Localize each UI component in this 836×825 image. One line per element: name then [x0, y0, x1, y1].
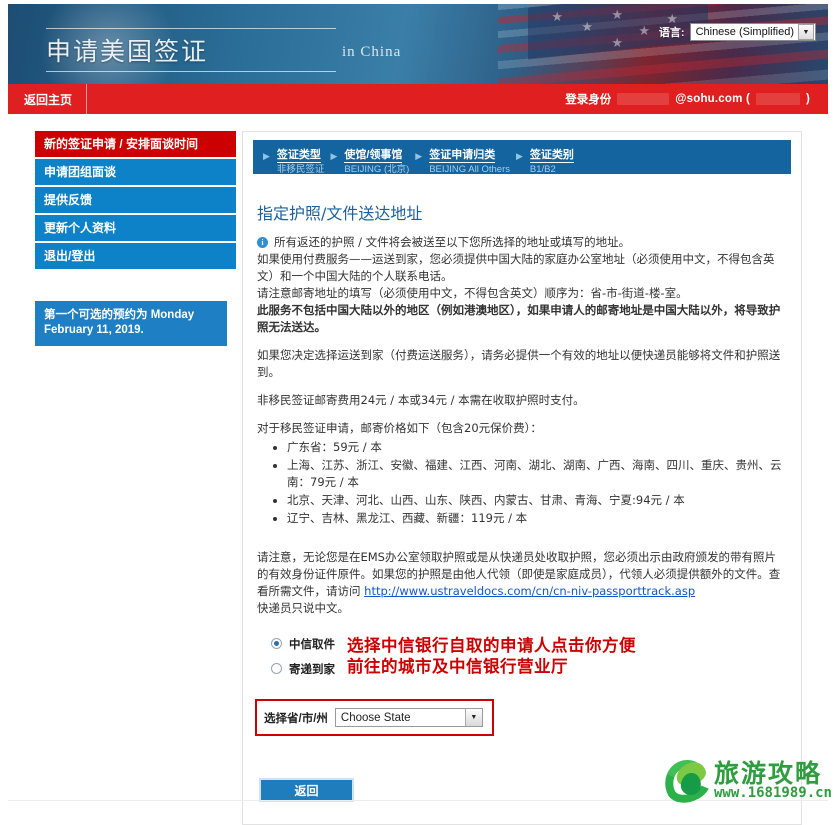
sidebar-item-group-interview[interactable]: 申请团组面谈	[35, 159, 236, 185]
info-icon: i	[257, 237, 268, 248]
redacted-id: xx	[755, 93, 800, 105]
radio-icon[interactable]	[271, 638, 282, 649]
page-title: 指定护照/文件送达地址	[257, 204, 423, 223]
passport-track-link[interactable]: http://www.ustraveldocs.com/cn/cn-niv-pa…	[364, 584, 695, 598]
back-button[interactable]: 返回	[259, 778, 354, 802]
breadcrumb-step-title: 使馆/领事馆	[344, 149, 403, 163]
annotation-line-2: 前往的城市及中信银行营业厅	[347, 657, 568, 676]
chevron-right-icon: ▶	[515, 151, 523, 161]
home-link[interactable]: 返回主页	[8, 84, 88, 114]
chevron-down-icon[interactable]: ▼	[798, 24, 814, 40]
breadcrumb-step-sub: BEIJING (北京)	[344, 164, 410, 175]
paragraph-7-pickup-notice: 请注意，无论您是在EMS办公室领取护照或是从快递员处收取护照，您必须出示由政府颁…	[257, 549, 787, 600]
site-title: 申请美国签证	[46, 28, 336, 72]
sidebar-item-feedback[interactable]: 提供反馈	[35, 187, 236, 213]
instructions-block: i 所有返还的护照 / 文件将会被送至以下您所选择的地址或填写的地址。 如果使用…	[257, 234, 787, 617]
content-wrapper: 新的签证申请 / 安排面谈时间 申请团组面谈 提供反馈 更新个人资料 退出/登出…	[8, 114, 828, 825]
main-panel: ▶ 签证类型 非移民签证 ▶ 使馆/领事馆 BEIJING (北京) ▶ 签证申…	[242, 131, 802, 825]
page-root: ★ ★ ★ ★ ★ ★ 申请美国签证 in China 语言: Chinese …	[0, 4, 836, 825]
redacted-name: xx	[617, 93, 670, 105]
footer-divider	[8, 800, 828, 801]
list-item: 广东省：59元 / 本	[287, 439, 787, 456]
paragraph-8-courier-language: 快递员只说中文。	[257, 601, 349, 615]
breadcrumb-step-sub: BEIJING All Others	[429, 164, 510, 175]
state-label: 选择省/市/州	[264, 712, 328, 725]
info-notice: i 所有返还的护照 / 文件将会被送至以下您所选择的地址或填写的地址。	[257, 234, 787, 251]
user-email-suffix: )	[805, 93, 810, 105]
top-navbar: 返回主页 登录身份 xx @sohu.com ( xx )	[8, 84, 828, 114]
delivery-method-group: 中信取件 寄递到家 选择中信银行自取的申请人点击你方便 前往的城市及中信银行营业…	[271, 635, 791, 677]
radio-label: 中信取件	[289, 638, 335, 651]
paragraph-5-fee: 非移民签证邮寄费用24元 / 本或34元 / 本需在收取护照时支付。	[257, 393, 585, 407]
language-value: Chinese (Simplified)	[695, 26, 794, 38]
chevron-right-icon: ▶	[415, 151, 423, 161]
sidebar: 新的签证申请 / 安排面谈时间 申请团组面谈 提供反馈 更新个人资料 退出/登出…	[8, 131, 236, 825]
paragraph-4: 如果您决定选择运送到家（付费运送服务），请务必提供一个有效的地址以便快递员能够将…	[257, 348, 781, 379]
annotation-line-1: 选择中信银行自取的申请人点击你方便	[347, 636, 636, 655]
chevron-right-icon: ▶	[263, 151, 270, 161]
radio-icon[interactable]	[271, 663, 282, 674]
list-item: 北京、天津、河北、山西、山东、陕西、内蒙古、甘肃、青海、宁夏:94元 / 本	[287, 492, 787, 509]
chevron-down-icon[interactable]: ▼	[464, 709, 482, 726]
list-item: 辽宁、吉林、黑龙江、西藏、新疆：119元 / 本	[287, 510, 787, 527]
paragraph-1: 如果使用付费服务——运送到家，您必须提供中国大陆的家庭办公室地址（必须使用中文，…	[257, 252, 775, 283]
flag-star-icon: ★	[638, 23, 650, 38]
language-label: 语言:	[658, 27, 685, 39]
state-dropdown[interactable]: Choose State ▼	[334, 708, 483, 727]
user-session-info: 登录身份 xx @sohu.com ( xx )	[565, 91, 828, 107]
breadcrumb-step-post[interactable]: ▶ 使馆/领事馆 BEIJING (北京)	[324, 146, 409, 175]
breadcrumb-step-sub: B1/B2	[529, 164, 556, 175]
state-selector-highlight: 选择省/市/州 Choose State ▼	[255, 699, 494, 736]
language-dropdown[interactable]: Chinese (Simplified) ▼	[689, 23, 816, 41]
sidebar-item-new-application[interactable]: 新的签证申请 / 安排面谈时间	[35, 131, 236, 157]
flag-star-icon: ★	[611, 7, 623, 22]
sidebar-item-logout[interactable]: 退出/登出	[35, 243, 236, 269]
sidebar-item-update-profile[interactable]: 更新个人资料	[35, 215, 236, 241]
user-email: @sohu.com (	[675, 93, 750, 105]
site-subtitle: in China	[342, 44, 402, 60]
radio-label: 寄递到家	[289, 663, 335, 676]
breadcrumb: ▶ 签证类型 非移民签证 ▶ 使馆/领事馆 BEIJING (北京) ▶ 签证申…	[253, 140, 791, 175]
breadcrumb-step-title: 签证类型	[276, 149, 321, 163]
site-banner: ★ ★ ★ ★ ★ ★ 申请美国签证 in China 语言: Chinese …	[8, 4, 828, 84]
paragraph-3-warning: 此服务不包括中国大陆以外的地区（例如港澳地区），如果申请人的邮寄地址是中国大陆以…	[257, 303, 781, 334]
language-selector[interactable]: 语言: Chinese (Simplified) ▼	[659, 23, 816, 41]
breadcrumb-step-visa-type[interactable]: ▶ 签证类型 非移民签证	[257, 146, 324, 175]
breadcrumb-step-title: 签证申请归类	[429, 149, 496, 163]
first-available-appointment-note: 第一个可选的预约为 Monday February 11, 2019.	[35, 301, 227, 346]
flag-star-icon: ★	[551, 9, 563, 24]
info-notice-text: 所有返还的护照 / 文件将会被送至以下您所选择的地址或填写的地址。	[274, 235, 631, 249]
list-item: 上海、江苏、浙江、安徽、福建、江西、河南、湖北、湖南、广西、海南、四川、重庆、贵…	[287, 457, 787, 491]
paragraph-6-pricing-intro: 对于移民签证申请，邮寄价格如下（包含20元保价费）：	[257, 421, 542, 435]
pricing-list: 广东省：59元 / 本 上海、江苏、浙江、安徽、福建、江西、河南、湖北、湖南、广…	[257, 439, 787, 527]
breadcrumb-step-title: 签证类别	[529, 149, 574, 163]
breadcrumb-step-category[interactable]: ▶ 签证申请归类 BEIJING All Others	[409, 146, 510, 175]
state-value: Choose State	[340, 711, 411, 724]
flag-star-icon: ★	[581, 19, 593, 34]
paragraph-2: 请注意邮寄地址的填写（必须使用中文，不得包含英文）顺序为：省-市-街道-楼-室。	[257, 286, 688, 300]
breadcrumb-step-sub: 非移民签证	[276, 164, 325, 175]
flag-star-icon: ★	[611, 35, 623, 50]
annotation-overlay: 选择中信银行自取的申请人点击你方便 前往的城市及中信银行营业厅	[347, 635, 636, 677]
login-label: 登录身份	[565, 94, 612, 106]
radio-option-citic-pickup[interactable]: 中信取件	[271, 636, 335, 652]
breadcrumb-step-visa-class[interactable]: ▶ 签证类别 B1/B2	[510, 146, 574, 175]
chevron-right-icon: ▶	[330, 151, 338, 161]
radio-option-home-delivery[interactable]: 寄递到家	[271, 661, 335, 677]
